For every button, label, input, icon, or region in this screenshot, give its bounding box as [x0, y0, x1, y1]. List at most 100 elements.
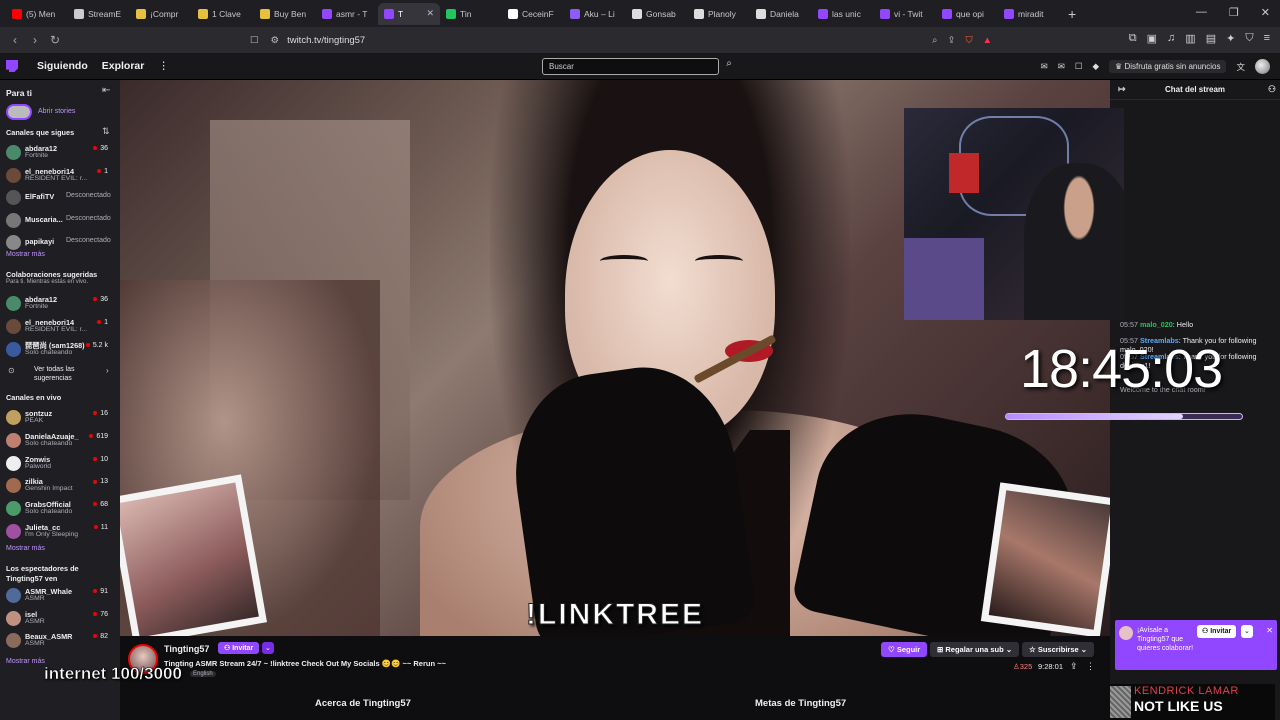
browser-tab[interactable]: StreamE: [68, 3, 130, 25]
notice-invite-button[interactable]: ⚇ Invitar: [1197, 625, 1237, 638]
webcam-overlay: [904, 108, 1124, 320]
search-icon[interactable]: ⌕: [721, 58, 737, 75]
notice-close-icon[interactable]: ✕: [1266, 626, 1273, 635]
channel-row[interactable]: el_nenebori14 RESIDENT EVIL: r... 1: [0, 165, 120, 185]
browser-tab[interactable]: miradit: [998, 3, 1060, 25]
channel-row[interactable]: DanielaAzuaje_ Solo chateando 619: [0, 430, 120, 450]
channel-row[interactable]: Julieta_cc I'm Only Sleeping 11: [0, 521, 120, 541]
extension-icon[interactable]: ⧉: [1129, 32, 1137, 45]
channel-row[interactable]: zilkia Genshin Impact 13: [0, 475, 120, 495]
share-icon[interactable]: ⇪: [947, 35, 955, 46]
gift-sub-button[interactable]: ⊞ Regalar una sub ⌄: [930, 642, 1020, 657]
url-text[interactable]: twitch.tv/tingting57: [287, 35, 365, 46]
channel-row[interactable]: isel ASMR 76: [0, 608, 120, 628]
invite-dropdown[interactable]: ⌄: [262, 642, 274, 654]
wallet-icon[interactable]: ▤: [1206, 32, 1216, 45]
see-all-suggestions[interactable]: Ver todas las sugerencias: [34, 365, 104, 383]
translate-icon[interactable]: 文: [1236, 61, 1245, 73]
channel-row[interactable]: Muscaria... Desconectado: [0, 210, 120, 230]
nav-following[interactable]: Siguiendo: [37, 60, 88, 72]
channel-row[interactable]: sontzuz PEAK 16: [0, 407, 120, 427]
chat-username[interactable]: malo_020: [1140, 320, 1173, 329]
notice-invite-dropdown[interactable]: ⌄: [1241, 625, 1253, 638]
goals-tab[interactable]: Metas de Tingting57: [755, 698, 846, 709]
follow-button[interactable]: ♡ Seguir: [881, 642, 928, 657]
brave-shield-icon[interactable]: ⛉: [965, 35, 972, 46]
collapse-sidebar-icon[interactable]: ⇤: [102, 85, 110, 96]
browser-tab[interactable]: Planoly: [688, 3, 750, 25]
chevron-right-icon[interactable]: ›: [106, 366, 109, 375]
browser-tab[interactable]: Buy Ben: [254, 3, 316, 25]
collab-notice: ¡Avísale a Tingting57 que quieres colabo…: [1115, 620, 1277, 670]
channel-row[interactable]: abdara12 Fortnite 36: [0, 142, 120, 162]
browser-tab[interactable]: las unic: [812, 3, 874, 25]
browser-tab[interactable]: ¡Compr: [130, 3, 192, 25]
language-tag[interactable]: English: [190, 671, 216, 677]
music-icon[interactable]: ♫: [1167, 32, 1175, 45]
whispers-icon[interactable]: ☐: [1075, 61, 1083, 72]
channel-row[interactable]: 琵琶尚 (sam1268) Solo chateando 5.2 k: [0, 339, 120, 359]
forward-icon[interactable]: ›: [25, 33, 45, 47]
streamer-name[interactable]: Tingting57: [164, 644, 209, 654]
browser-tab[interactable]: CeceinF: [502, 3, 564, 25]
channel-row[interactable]: el_nenebori14 RESIDENT EVIL: r... 1: [0, 316, 120, 336]
search-input[interactable]: Buscar: [542, 58, 719, 75]
show-more-followed[interactable]: Mostrar más: [6, 251, 45, 258]
sort-icon[interactable]: ⇅: [102, 126, 110, 137]
inbox-icon[interactable]: ✉: [1058, 61, 1065, 72]
channel-row[interactable]: abdara12 Fortnite 36: [0, 293, 120, 313]
browser-tab[interactable]: T ✕: [378, 2, 440, 25]
invite-button[interactable]: ⚇ Invitar: [218, 642, 260, 654]
twitch-logo-icon[interactable]: [6, 60, 18, 72]
channel-row[interactable]: ASMR_Whale ASMR 91: [0, 585, 120, 605]
rewards-icon[interactable]: ▲: [983, 35, 992, 46]
menu-icon[interactable]: ≡: [1264, 32, 1270, 45]
browser-tab[interactable]: Aku – Li: [564, 3, 626, 25]
minimize-icon[interactable]: —: [1196, 6, 1207, 19]
subscribe-button[interactable]: ☆ Suscribirse ⌄: [1022, 642, 1095, 657]
prime-button[interactable]: ♛ Disfruta gratis sin anuncios: [1109, 60, 1227, 73]
browser-tab[interactable]: Gonsab: [626, 3, 688, 25]
open-stories-link[interactable]: Abrir stories: [38, 108, 75, 115]
ai-icon[interactable]: ✦: [1226, 32, 1235, 45]
user-avatar[interactable]: [1255, 59, 1270, 74]
more-options-icon[interactable]: ⋮: [158, 60, 169, 72]
reload-icon[interactable]: ↻: [45, 33, 65, 47]
browser-tab[interactable]: 1 Clave: [192, 3, 254, 25]
stories-avatar[interactable]: [6, 104, 32, 120]
back-icon[interactable]: ‹: [5, 33, 25, 47]
channel-row[interactable]: Beaux_ASMR ASMR 82: [0, 630, 120, 650]
chat-users-icon[interactable]: ⚇: [1268, 84, 1276, 95]
browser-tab[interactable]: Daniela: [750, 3, 812, 25]
nav-browse[interactable]: Explorar: [102, 60, 145, 72]
new-tab-icon[interactable]: +: [1068, 6, 1076, 22]
share-icon[interactable]: ⇪: [1070, 661, 1078, 672]
vpn-icon[interactable]: ⛉: [1245, 32, 1253, 45]
browser-tab[interactable]: vi - Twit: [874, 3, 936, 25]
channel-row[interactable]: Zonwis Palworld 10: [0, 453, 120, 473]
collapse-chat-icon[interactable]: ↦: [1118, 84, 1126, 95]
sidebar-icon[interactable]: ▥: [1185, 32, 1195, 45]
channel-row[interactable]: papikayi Desconectado: [0, 232, 120, 252]
screenshot-icon[interactable]: ▣: [1147, 32, 1157, 45]
browser-tab[interactable]: Tin: [440, 3, 502, 25]
bits-icon[interactable]: ◆: [1092, 61, 1099, 72]
channel-row[interactable]: ElFafiTV Desconectado: [0, 187, 120, 207]
browser-tab[interactable]: que opi: [936, 3, 998, 25]
zoom-icon[interactable]: ⌕: [932, 35, 937, 46]
bookmark-icon[interactable]: ☐: [250, 35, 259, 46]
show-more-viewers[interactable]: Mostrar más: [6, 658, 45, 665]
close-window-icon[interactable]: ✕: [1261, 6, 1270, 19]
show-more-live[interactable]: Mostrar más: [6, 545, 45, 552]
channel-avatar: [6, 145, 21, 160]
tab-close-icon[interactable]: ✕: [426, 8, 434, 19]
site-info-icon[interactable]: ⚙: [271, 35, 280, 46]
browser-tab[interactable]: (5) Men: [6, 3, 68, 25]
browser-tab[interactable]: asmr - T: [316, 3, 378, 25]
url-box[interactable]: ☐ ⚙ twitch.tv/tingting57 ⌕ ⇪ ⛉ ▲: [250, 30, 992, 50]
about-tab[interactable]: Acerca de Tingting57: [315, 698, 411, 709]
more-options-icon[interactable]: ⋮: [1086, 661, 1095, 672]
maximize-icon[interactable]: ❐: [1229, 6, 1239, 19]
channel-row[interactable]: GrabsOfficial Solo chateando 68: [0, 498, 120, 518]
notifications-icon[interactable]: ✉: [1041, 61, 1048, 72]
